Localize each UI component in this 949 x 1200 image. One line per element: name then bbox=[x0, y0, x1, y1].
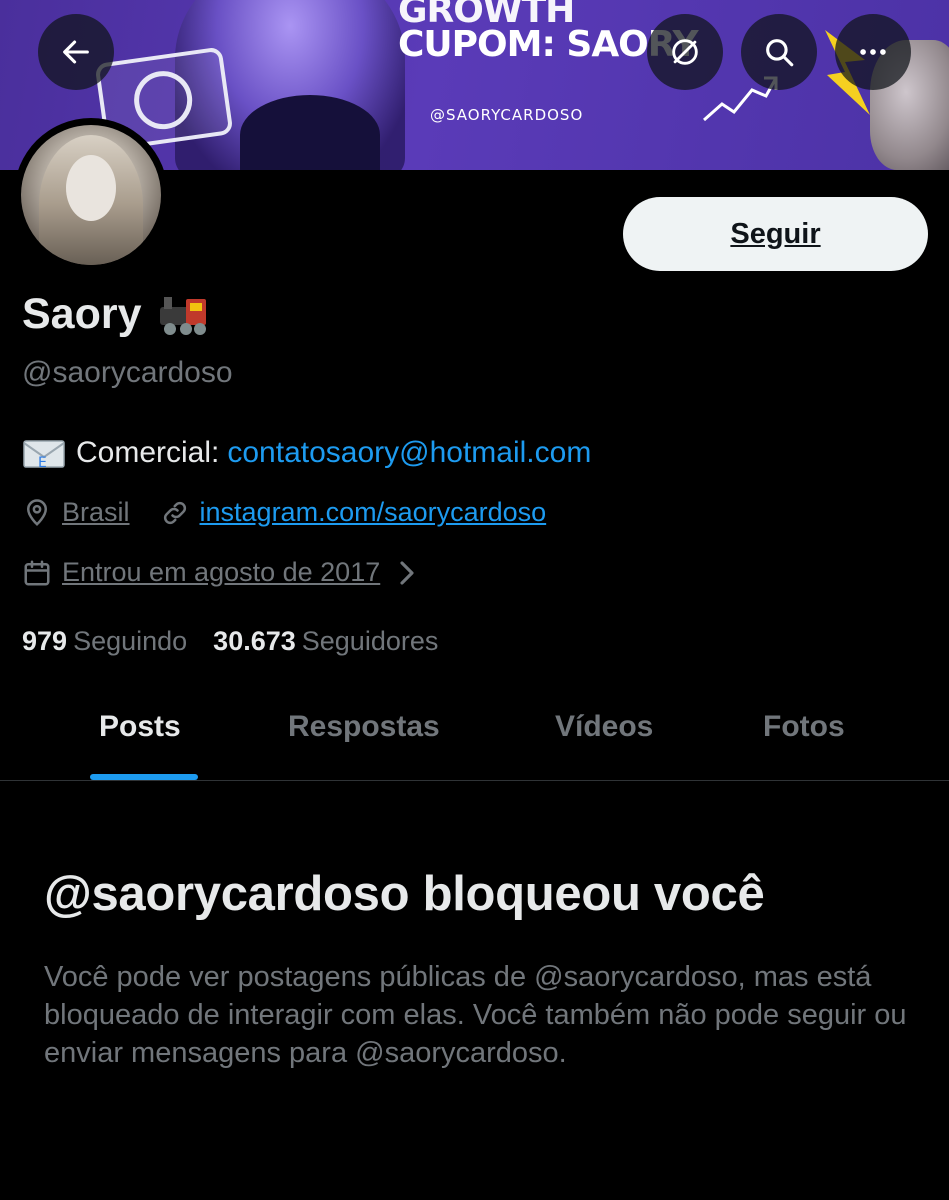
following-stat[interactable]: 979 Seguindo bbox=[22, 626, 187, 657]
profile-tabs: Posts Respostas Vídeos Fotos bbox=[0, 690, 949, 781]
profile-bio: E Comercial: contatosaory@hotmail.com bbox=[22, 436, 591, 470]
location-link[interactable]: Brasil bbox=[62, 497, 130, 528]
following-label: Seguindo bbox=[73, 626, 188, 656]
link-icon bbox=[163, 501, 186, 524]
website-link[interactable]: instagram.com/saorycardoso bbox=[200, 497, 547, 528]
active-tab-indicator bbox=[90, 774, 198, 780]
tab-replies[interactable]: Respostas bbox=[288, 710, 440, 744]
follow-button[interactable]: Seguir bbox=[623, 197, 928, 271]
profile-name-row: Saory bbox=[22, 290, 212, 339]
more-options-button[interactable] bbox=[835, 14, 911, 90]
profile-handle: @saorycardoso bbox=[22, 356, 233, 389]
banner-photo-dress bbox=[240, 95, 380, 170]
locomotive-emoji-icon bbox=[159, 296, 206, 335]
avatar[interactable] bbox=[14, 118, 168, 272]
followers-label: Seguidores bbox=[301, 626, 439, 656]
svg-text:E: E bbox=[38, 455, 47, 469]
avatar-photo bbox=[21, 125, 161, 265]
profile-meta-row: Brasil instagram.com/saorycardoso bbox=[22, 497, 546, 528]
joined-date-text: Entrou em agosto de 2017 bbox=[62, 557, 381, 587]
location-pin-icon bbox=[26, 498, 48, 526]
blocked-title: @saorycardoso bloqueou você bbox=[44, 867, 765, 921]
arrow-left-icon bbox=[63, 40, 89, 64]
display-name: Saory bbox=[22, 290, 142, 338]
bio-label: Comercial: bbox=[76, 436, 220, 469]
slash-icon bbox=[672, 39, 698, 65]
followers-stat[interactable]: 30.673 Seguidores bbox=[213, 626, 438, 657]
envelope-emoji-icon: E bbox=[23, 440, 65, 469]
tab-videos[interactable]: Vídeos bbox=[555, 710, 653, 744]
avatar-face bbox=[66, 155, 116, 221]
calendar-icon bbox=[24, 560, 50, 585]
banner-handle: @SAORYCARDOSO bbox=[430, 106, 584, 124]
tab-posts[interactable]: Posts bbox=[99, 710, 181, 744]
bio-email-link[interactable]: contatosaory@hotmail.com bbox=[227, 436, 591, 470]
blocked-message: Você pode ver postagens públicas de @sao… bbox=[44, 961, 907, 1069]
joined-date-row[interactable]: Entrou em agosto de 2017 bbox=[22, 557, 432, 588]
following-count: 979 bbox=[22, 626, 68, 656]
tab-photos[interactable]: Fotos bbox=[763, 710, 845, 744]
search-icon bbox=[766, 39, 794, 67]
back-button[interactable] bbox=[38, 14, 114, 90]
search-button[interactable] bbox=[741, 14, 817, 90]
chevron-right-icon bbox=[400, 560, 414, 585]
unblock-button[interactable] bbox=[647, 14, 723, 90]
more-icon bbox=[860, 49, 886, 55]
follow-stats: 979 Seguindo 30.673 Seguidores bbox=[22, 626, 438, 657]
followers-count: 30.673 bbox=[213, 626, 296, 656]
